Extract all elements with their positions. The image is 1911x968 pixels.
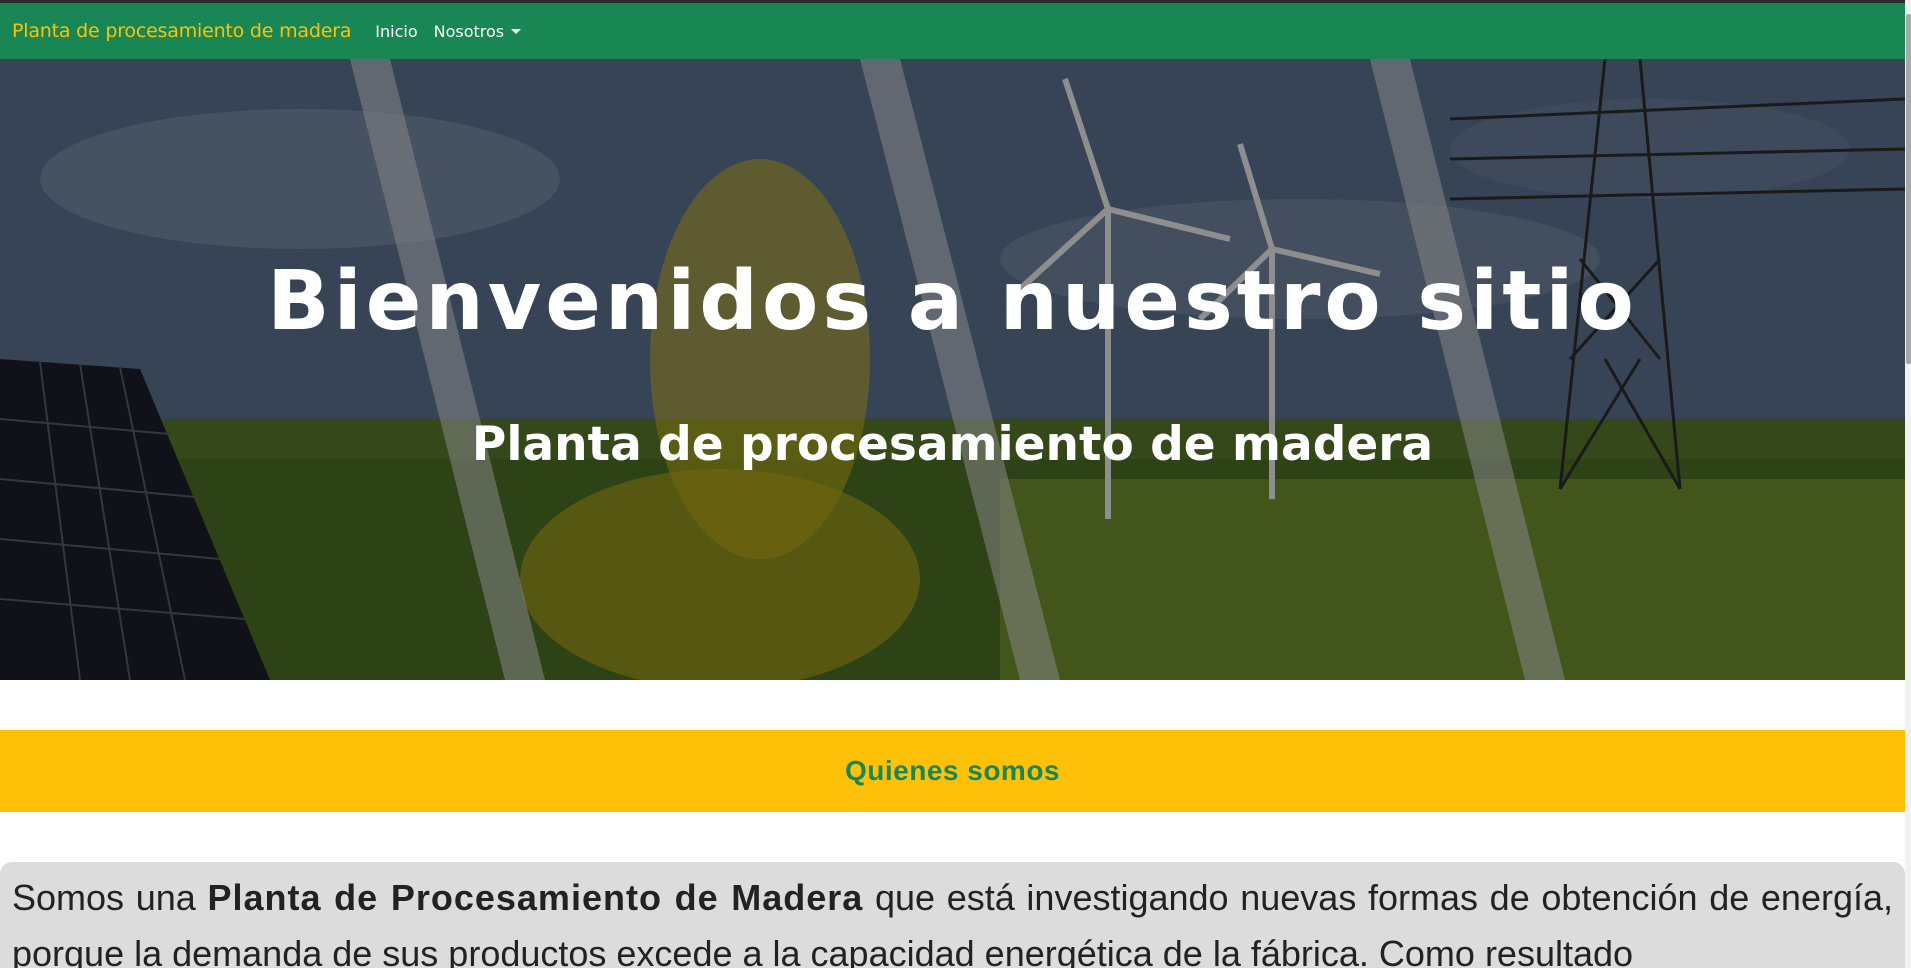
nav-dropdown-nosotros[interactable]: Nosotros [434,22,522,41]
page-scrollbar[interactable] [1905,0,1911,968]
nav-link-inicio[interactable]: Inicio [375,22,417,41]
scrollbar-thumb[interactable] [1906,14,1911,364]
hero-title: Bienvenidos a nuestro sitio [267,254,1638,349]
hero-banner: Bienvenidos a nuestro sitio Planta de pr… [0,59,1905,680]
chevron-down-icon [511,28,522,34]
hero-subtitle: Planta de procesamiento de madera [471,417,1434,472]
section-title: Quienes somos [844,755,1060,786]
hero-dark-overlay [0,59,1905,680]
about-lead-text: Somos una [12,877,208,918]
nav-link-inicio-label: Inicio [375,21,418,41]
about-paragraph: Somos una Planta de Procesamiento de Mad… [0,862,1905,968]
navbar-brand[interactable]: Planta de procesamiento de madera [12,20,351,42]
about-bold-text: Planta de Procesamiento de Madera [207,877,864,918]
section-header-quienes-somos: Quienes somos [0,730,1905,812]
nav-dropdown-nosotros-label: Nosotros [433,21,505,41]
navbar: Planta de procesamiento de madera Inicio… [0,3,1905,59]
page-viewport: Planta de procesamiento de madera Inicio… [0,0,1905,968]
